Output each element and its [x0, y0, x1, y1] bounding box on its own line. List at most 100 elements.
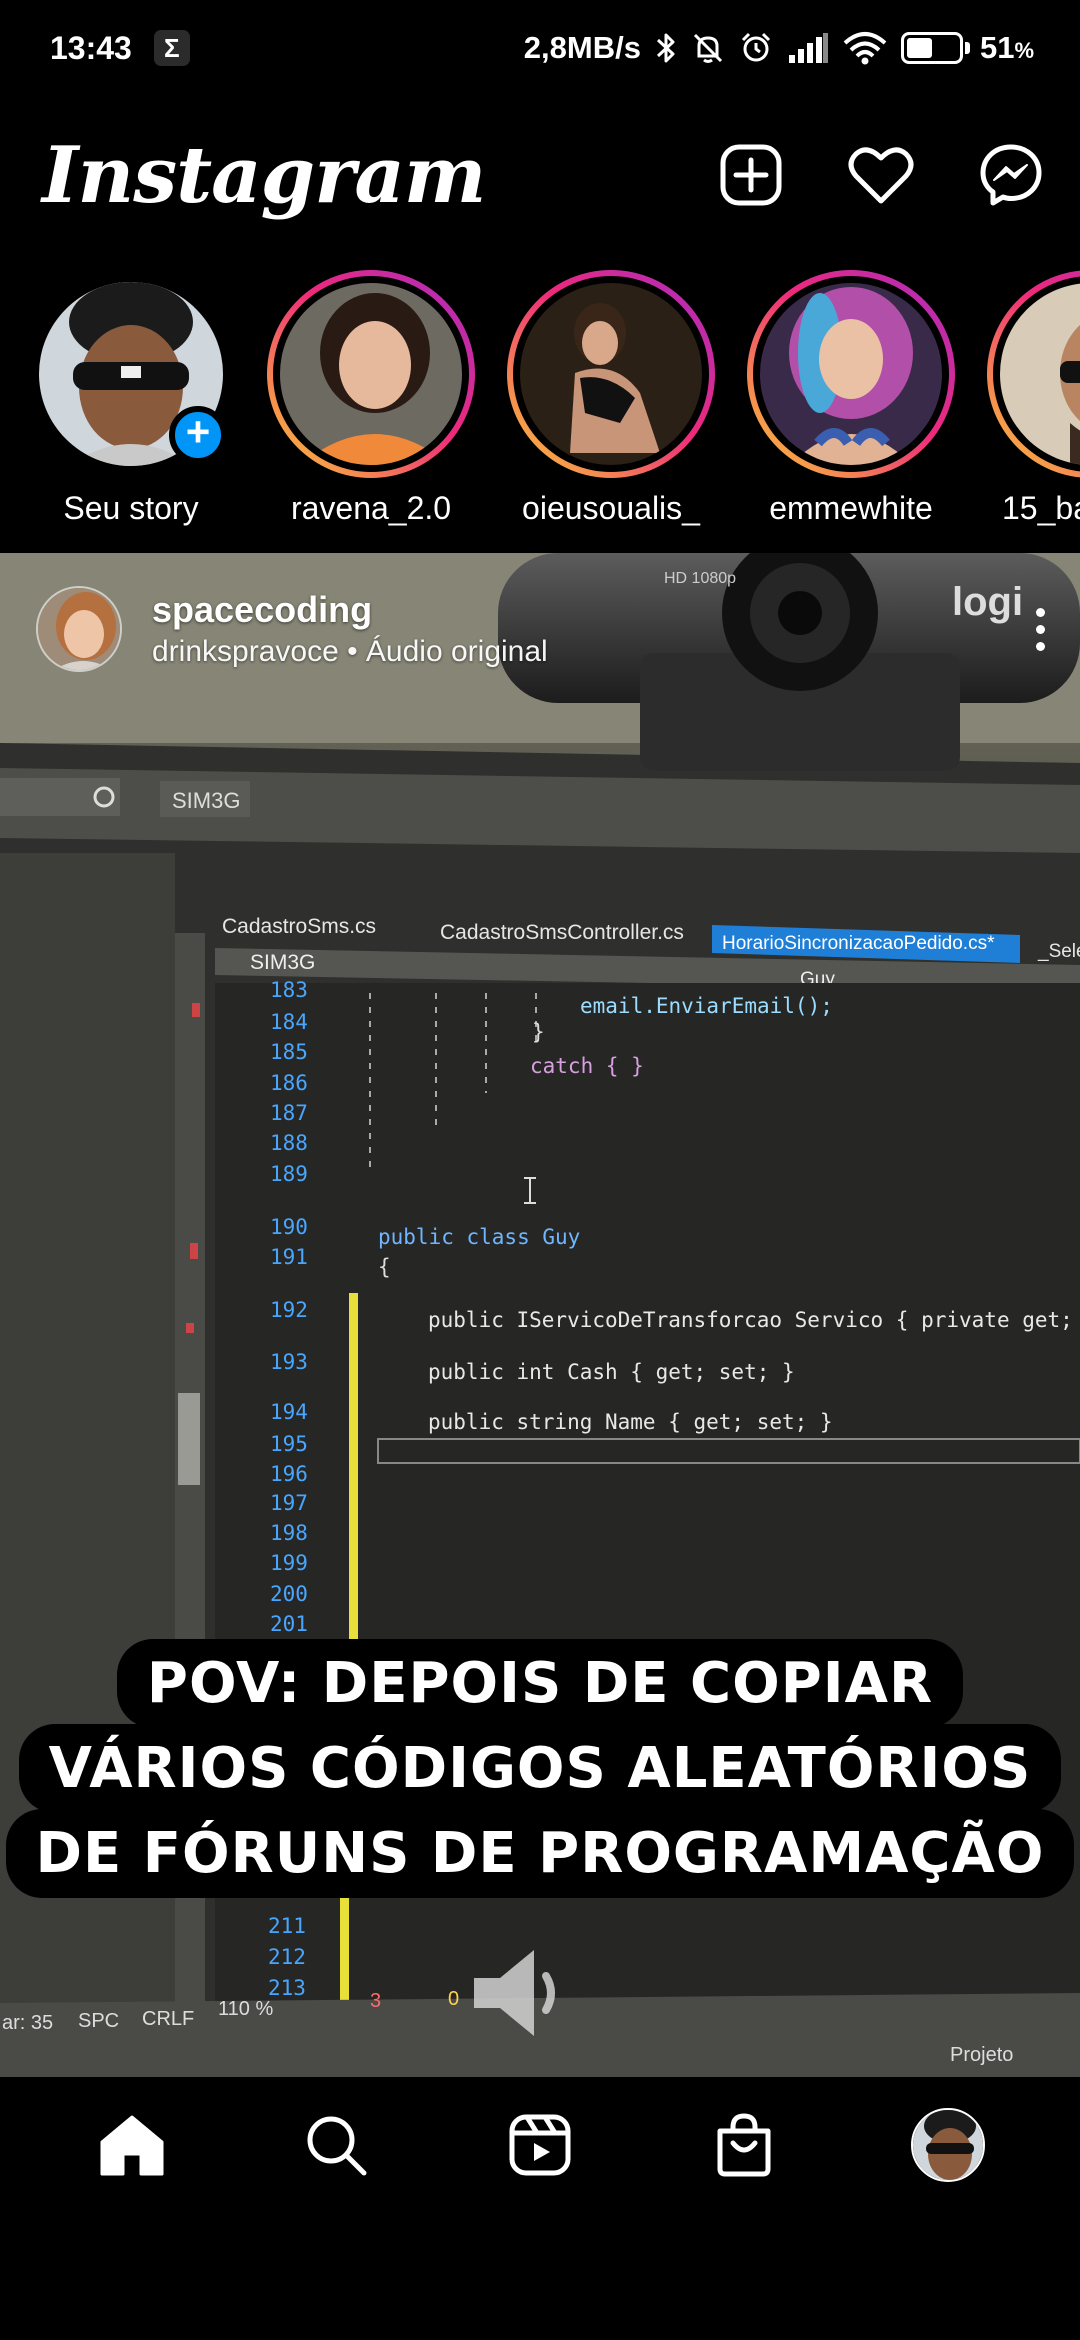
line-number: 191 — [270, 1245, 308, 1269]
line-number: 200 — [270, 1582, 308, 1606]
ide-status-item: 0 — [448, 1988, 459, 2010]
code-line: { — [378, 1255, 391, 1279]
bluetooth-icon — [656, 33, 675, 63]
battery-percent: 51% — [979, 30, 1034, 65]
line-number: 195 — [270, 1432, 308, 1456]
line-number: 190 — [270, 1215, 308, 1239]
story-name: Seu story — [63, 490, 199, 526]
messenger-icon — [980, 144, 1042, 206]
ide-project-label: SIM3G — [250, 951, 315, 974]
story-avatar — [520, 283, 702, 465]
code-line: public int Cash { get; set; } — [428, 1360, 795, 1384]
ide-tab-active: HorarioSincronizacaoPedido.cs* — [722, 933, 995, 954]
ide-status-item: CRLF — [142, 2008, 194, 2030]
story-avatar — [1000, 283, 1080, 465]
nav-reels[interactable] — [490, 2095, 590, 2195]
line-number: 197 — [270, 1491, 308, 1515]
app-header: Instagram — [0, 110, 1080, 240]
sigma-notification-icon: Σ — [153, 30, 190, 66]
battery-fill — [906, 38, 933, 58]
alarm-icon — [741, 32, 771, 62]
ide-status-item: ar: 35 — [2, 2012, 53, 2034]
battery-body — [900, 32, 963, 64]
story-avatar — [760, 283, 942, 465]
shop-icon — [717, 2113, 771, 2177]
home-icon — [100, 2115, 164, 2176]
post-header: spacecoding drinkspravoce • Áudio origin… — [36, 579, 1060, 679]
story-ring — [987, 270, 1080, 478]
status-time: 13:43 — [50, 29, 132, 66]
messenger-button[interactable] — [976, 140, 1046, 210]
post-audio-info[interactable]: drinkspravoce • Áudio original — [152, 635, 1020, 669]
speaker-icon[interactable] — [462, 1938, 572, 2048]
ide-status-item: SPC — [78, 2010, 119, 2032]
ide-tab-4: _Selec — [1037, 941, 1080, 962]
line-number: 186 — [270, 1071, 308, 1095]
ide-status-item: 3 — [370, 1990, 381, 2012]
ide-toolbar-label: SIM3G — [172, 788, 240, 813]
add-story-button[interactable]: + — [169, 406, 227, 464]
line-number: 196 — [270, 1462, 308, 1486]
nav-home[interactable] — [82, 2095, 182, 2195]
nav-search[interactable] — [286, 2095, 386, 2195]
header-actions — [716, 140, 1046, 210]
caption-line: DE FÓRUNS DE PROGRAMAÇÃO — [5, 1809, 1075, 1898]
heart-icon — [848, 147, 914, 204]
wifi-icon — [843, 32, 887, 65]
line-number: 184 — [270, 1010, 308, 1034]
code-line: } — [532, 1020, 545, 1044]
code-line: email.EnviarEmail(); — [580, 994, 833, 1018]
post-author-avatar[interactable] — [36, 586, 122, 672]
more-options-button[interactable] — [1020, 589, 1060, 669]
status-left: 13:43 Σ — [50, 30, 190, 67]
reels-icon — [509, 2114, 571, 2176]
line-number: 188 — [270, 1131, 308, 1155]
new-post-button[interactable] — [716, 140, 786, 210]
nav-shop[interactable] — [694, 2095, 794, 2195]
story-item[interactable]: 15_ba — [976, 270, 1080, 527]
activity-button[interactable] — [846, 140, 916, 210]
story-item[interactable]: oieusoualis_ — [496, 270, 726, 527]
line-number: 194 — [270, 1400, 308, 1424]
story-ring — [747, 270, 955, 478]
caption-line: VÁRIOS CÓDIGOS ALEATÓRIOS — [18, 1724, 1062, 1813]
line-number: 192 — [270, 1298, 308, 1322]
bottom-nav — [0, 2077, 1080, 2213]
reel-post[interactable]: SIM3G CadastroSms.cs CadastroSmsControll… — [0, 553, 1080, 2077]
line-number: 213 — [268, 1976, 306, 2000]
story-name: 15_ba — [1002, 490, 1080, 526]
signal-icon — [788, 33, 828, 63]
line-number: 187 — [270, 1101, 308, 1125]
mute-bell-icon — [693, 33, 723, 63]
ide-tab-1: CadastroSms.cs — [222, 915, 376, 938]
nav-profile[interactable] — [898, 2095, 998, 2195]
network-speed: 2,8MB/s — [523, 30, 641, 65]
line-number: 212 — [268, 1945, 306, 1969]
instagram-logo[interactable]: Instagram — [42, 130, 486, 221]
code-line: public IServicoDeTransforcao Servico { p… — [428, 1308, 1080, 1332]
own-avatar-wrap: + — [27, 270, 235, 478]
profile-avatar — [911, 2108, 985, 2182]
stories-tray: + Seu story ravena_2.0 oieusoualis_ emme… — [0, 270, 1080, 540]
post-meta: spacecoding drinkspravoce • Áudio origin… — [152, 589, 1020, 669]
post-username[interactable]: spacecoding — [152, 589, 1020, 631]
line-number: 201 — [270, 1612, 308, 1636]
plus-square-icon — [720, 144, 782, 206]
story-ring — [507, 270, 715, 478]
line-number: 198 — [270, 1521, 308, 1545]
battery-indicator: 51% — [900, 30, 1034, 66]
code-line: public class Guy — [378, 1225, 580, 1249]
line-number: 183 — [270, 978, 308, 1002]
line-number: 189 — [270, 1162, 308, 1186]
story-name: oieusoualis_ — [522, 490, 700, 526]
ide-solution-label: Projeto — [950, 2044, 1013, 2066]
reel-caption: POV: DEPOIS DE COPIAR VÁRIOS CÓDIGOS ALE… — [0, 1639, 1080, 1898]
ide-tab-2: CadastroSmsController.cs — [440, 921, 684, 944]
story-item[interactable]: ravena_2.0 — [256, 270, 486, 527]
story-avatar — [280, 283, 462, 465]
story-ring — [267, 270, 475, 478]
story-own[interactable]: + Seu story — [16, 270, 246, 527]
search-icon — [307, 2116, 367, 2176]
story-item[interactable]: emmewhite — [736, 270, 966, 527]
line-number: 193 — [270, 1350, 308, 1374]
